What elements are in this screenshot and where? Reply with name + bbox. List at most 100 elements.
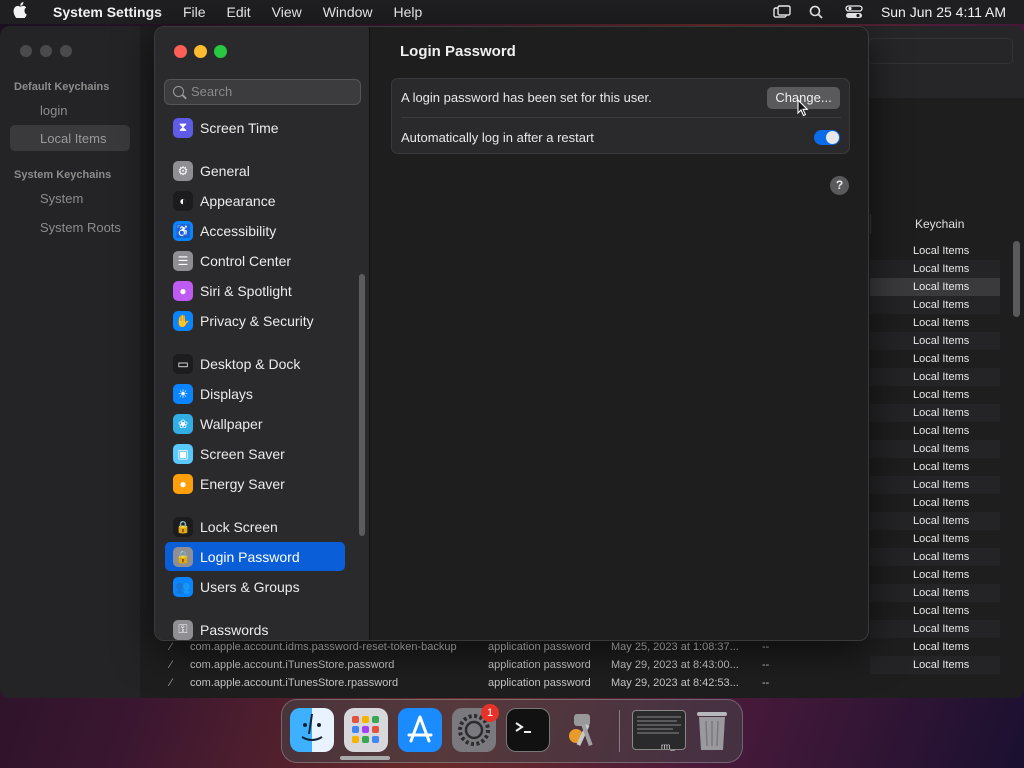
- sidebar-item-users-groups[interactable]: 👥 Users & Groups: [165, 572, 345, 601]
- item-name: com.apple.account.idms.password-reset-to…: [190, 641, 457, 653]
- sidebar-item-accessibility[interactable]: ♿ Accessibility: [165, 216, 345, 245]
- keychain-row[interactable]: Local Items: [870, 476, 1000, 494]
- sidebar-item-label: Displays: [200, 385, 253, 402]
- clock[interactable]: Sun Jun 25 4:11 AM: [881, 4, 1006, 20]
- keychain-scrollbar[interactable]: [1013, 241, 1020, 317]
- sidebar-item-control-center[interactable]: ☰ Control Center: [165, 246, 345, 275]
- search-input[interactable]: Search: [164, 79, 361, 105]
- keychain-row[interactable]: Local Items: [870, 530, 1000, 548]
- keychain-row[interactable]: Local Items: [870, 440, 1000, 458]
- keychain-row[interactable]: Local Items: [870, 332, 1000, 350]
- trash-icon[interactable]: [692, 708, 732, 752]
- sidebar-item-energy-saver[interactable]: ● Energy Saver: [165, 469, 345, 498]
- pen-icon: ⁄: [170, 677, 172, 689]
- keychain-item-system[interactable]: System: [40, 191, 83, 206]
- zoom-button[interactable]: [214, 45, 227, 58]
- sidebar-item-desktop-dock[interactable]: ▭ Desktop & Dock: [165, 349, 345, 378]
- sidebar-item-general[interactable]: ⚙ General: [165, 156, 345, 185]
- sidebar-item-screen-saver[interactable]: ▣ Screen Saver: [165, 439, 345, 468]
- keychain-row[interactable]: Local Items: [870, 350, 1000, 368]
- keychain-item-login[interactable]: login: [40, 103, 67, 118]
- keychain-row[interactable]: Local Items: [870, 386, 1000, 404]
- item-name: com.apple.account.iTunesStore.password: [190, 659, 395, 671]
- sidebar-item-displays[interactable]: ☀ Displays: [165, 379, 345, 408]
- keychain-row[interactable]: Local Items: [870, 656, 1000, 674]
- item-kind: application password: [488, 641, 591, 653]
- system-keychains-header: System Keychains: [14, 169, 112, 181]
- sidebar-item-appearance[interactable]: ◐ Appearance: [165, 186, 345, 215]
- close-button[interactable]: [174, 45, 187, 58]
- sidebar-item-privacy-security[interactable]: ✋ Privacy & Security: [165, 306, 345, 335]
- control-center-icon[interactable]: [845, 5, 863, 19]
- apple-menu-icon[interactable]: [0, 2, 40, 22]
- auto-login-toggle[interactable]: [814, 130, 840, 145]
- app-store-icon[interactable]: [398, 708, 442, 752]
- sidebar-scrollbar[interactable]: [359, 274, 365, 536]
- keychain-row[interactable]: Local Items: [870, 620, 1000, 638]
- table-row[interactable]: ⁄ com.apple.account.idms.password-reset-t…: [160, 639, 780, 657]
- keychain-row[interactable]: Local Items: [870, 242, 1000, 260]
- search-icon: [173, 86, 184, 97]
- menu-file[interactable]: File: [183, 4, 206, 20]
- keychain-row[interactable]: Local Items: [870, 278, 1000, 296]
- dock-separator: [619, 710, 620, 752]
- table-row[interactable]: ⁄ com.apple.account.iTunesStore.rpassword…: [160, 675, 780, 693]
- table-row[interactable]: ⁄ com.apple.account.iTunesStore.password a…: [160, 657, 780, 675]
- mouse-cursor-icon: [797, 99, 809, 117]
- sidebar-item-wallpaper[interactable]: ❀ Wallpaper: [165, 409, 345, 438]
- keychain-row[interactable]: Local Items: [870, 314, 1000, 332]
- key-icon: ⚿: [173, 619, 193, 640]
- keychain-row[interactable]: Local Items: [870, 404, 1000, 422]
- users-icon: 👥: [173, 576, 193, 597]
- keychain-row[interactable]: Local Items: [870, 566, 1000, 584]
- sidebar-item-passwords[interactable]: ⚿ Passwords: [165, 615, 345, 640]
- screen-mirroring-icon[interactable]: [773, 5, 791, 19]
- menu-view[interactable]: View: [272, 4, 302, 20]
- sidebar-item-label: Login Password: [200, 548, 300, 565]
- menu-edit[interactable]: Edit: [227, 4, 251, 20]
- keychain-row[interactable]: Local Items: [870, 368, 1000, 386]
- settings-sidebar: Search ⧗ Screen Time ⚙ General ◐ Appearance ♿ A…: [155, 27, 370, 640]
- default-keychains-header: Default Keychains: [14, 81, 110, 93]
- sidebar-item-screen-time[interactable]: ⧗ Screen Time: [165, 113, 345, 142]
- keychain-row[interactable]: Local Items: [870, 512, 1000, 530]
- terminal-icon[interactable]: [506, 708, 550, 752]
- window-controls: [20, 45, 72, 57]
- keychain-row[interactable]: Local Items: [870, 422, 1000, 440]
- sidebar-item-label: Screen Time: [200, 119, 279, 136]
- keychain-row[interactable]: Local Items: [870, 296, 1000, 314]
- pen-icon: ⁄: [170, 641, 172, 653]
- sidebar-item-siri-spotlight[interactable]: ● Siri & Spotlight: [165, 276, 345, 305]
- app-menu[interactable]: System Settings: [53, 4, 162, 20]
- keychain-row[interactable]: Local Items: [870, 494, 1000, 512]
- hourglass-icon: ⧗: [173, 117, 193, 138]
- keychain-search-field[interactable]: [868, 38, 1013, 64]
- zoom-button[interactable]: [60, 45, 72, 57]
- keychain-row[interactable]: Local Items: [870, 602, 1000, 620]
- flower-icon: ❀: [173, 413, 193, 434]
- sidebar-item-label: Lock Screen: [200, 518, 278, 535]
- keychain-item-local-items[interactable]: Local Items: [40, 131, 106, 146]
- finder-icon[interactable]: [290, 708, 334, 752]
- minimize-button[interactable]: [194, 45, 207, 58]
- close-button[interactable]: [20, 45, 32, 57]
- minimize-button[interactable]: [40, 45, 52, 57]
- help-button[interactable]: ?: [830, 176, 849, 195]
- sidebar-item-lock-screen[interactable]: 🔒 Lock Screen: [165, 512, 345, 541]
- sidebar-item-login-password[interactable]: 🔒 Login Password: [165, 542, 345, 571]
- keychain-row[interactable]: Local Items: [870, 260, 1000, 278]
- keychain-row[interactable]: Local Items: [870, 548, 1000, 566]
- keychain-row[interactable]: Local Items: [870, 638, 1000, 656]
- keychain-item-system-roots[interactable]: System Roots: [40, 220, 121, 235]
- keychain-column-header[interactable]: Keychain: [870, 214, 1000, 234]
- keychain-row[interactable]: Local Items: [870, 458, 1000, 476]
- keychain-access-icon[interactable]: [560, 708, 604, 752]
- keychain-row[interactable]: Local Items: [870, 584, 1000, 602]
- item-kind: application password: [488, 659, 591, 671]
- sidebar-item-label: Privacy & Security: [200, 312, 314, 329]
- menu-window[interactable]: Window: [323, 4, 373, 20]
- minimized-window-icon[interactable]: rm_: [632, 710, 686, 751]
- launchpad-icon[interactable]: [344, 708, 388, 752]
- spotlight-icon[interactable]: [809, 5, 827, 19]
- menu-help[interactable]: Help: [394, 4, 423, 20]
